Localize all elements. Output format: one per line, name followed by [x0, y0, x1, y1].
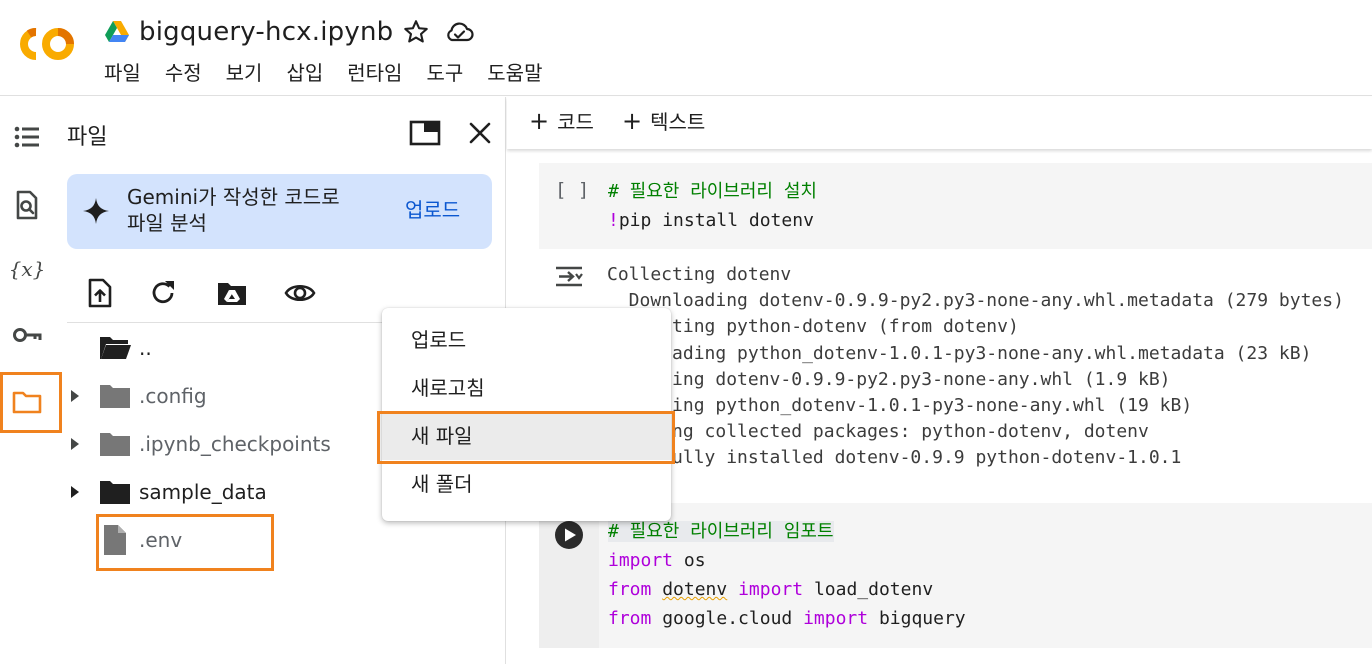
code-keyword: import — [803, 608, 869, 629]
files-button-highlight — [0, 372, 62, 433]
add-code-label: 코드 — [557, 110, 594, 134]
caret-right-icon[interactable] — [68, 436, 82, 452]
code-command: pip install dotenv — [618, 210, 814, 231]
add-text-button[interactable]: + 텍스트 — [622, 107, 705, 136]
notebook-title[interactable]: bigquery-hcx.ipynb — [139, 15, 393, 49]
open-in-tab-icon[interactable] — [409, 119, 441, 147]
gemini-line-2: 파일 분석 — [127, 211, 207, 235]
tree-item-label: .. — [139, 336, 152, 360]
code-cell-imports[interactable]: # 필요한 라이브러리 임포트 import os from dotenv im… — [539, 503, 1372, 648]
refresh-button[interactable] — [143, 273, 183, 313]
code-keyword: import — [608, 550, 674, 571]
code-bang: ! — [608, 210, 619, 231]
code-keyword: from — [608, 579, 652, 600]
code-keyword: from — [608, 608, 652, 629]
plus-icon: + — [529, 107, 550, 135]
code-text: os — [673, 550, 706, 571]
menu-item-new-folder[interactable]: 새 폴더 — [382, 460, 671, 508]
menu-insert[interactable]: 삽입 — [286, 58, 323, 88]
add-text-label: 텍스트 — [650, 110, 706, 134]
eye-icon — [284, 284, 316, 302]
plus-icon: + — [622, 107, 643, 135]
output-line: ecting python-dotenv (from dotenv) — [607, 316, 1019, 338]
gemini-line-1: Gemini가 작성한 코드로 — [127, 185, 340, 209]
svg-text:{x}: {x} — [11, 257, 43, 281]
tree-item-label: sample_data — [139, 480, 267, 504]
add-code-button[interactable]: + 코드 — [529, 107, 594, 136]
secrets-key-icon — [13, 328, 42, 342]
upload-icon — [88, 278, 112, 308]
cell-output: Collecting dotenv Downloading dotenv-0.9… — [607, 262, 1344, 472]
caret-right-icon[interactable] — [68, 388, 82, 404]
code-text: google.cloud — [651, 608, 804, 629]
cell-run-bracket[interactable]: [ ] — [555, 179, 589, 201]
gemini-prompt-text: Gemini가 작성한 코드로 파일 분석 — [127, 184, 340, 236]
menu-item-upload[interactable]: 업로드 — [382, 316, 671, 364]
code-text: load_dotenv — [803, 579, 934, 600]
gemini-spark-icon — [83, 198, 109, 224]
gemini-suggestion-card[interactable]: Gemini가 작성한 코드로 파일 분석 업로드 — [67, 174, 492, 249]
caret-right-icon[interactable] — [68, 484, 82, 500]
refresh-icon — [152, 281, 174, 304]
code-cell-install[interactable]: [ ] # 필요한 라이브러리 설치 !pip install dotenv — [539, 163, 1372, 249]
mount-drive-button[interactable] — [212, 273, 252, 313]
output-line: loading python_dotenv-1.0.1-py3-none-any… — [607, 342, 1312, 364]
find-button[interactable] — [7, 185, 47, 225]
variables-icon: {x} — [11, 257, 43, 281]
folder-icon — [100, 481, 130, 504]
close-icon[interactable] — [466, 119, 494, 147]
code-module-warning[interactable]: dotenv — [662, 579, 727, 600]
toggle-hidden-files-button[interactable] — [280, 273, 320, 313]
star-icon[interactable] — [402, 18, 430, 46]
upload-file-button[interactable] — [80, 273, 120, 313]
drive-folder-icon — [218, 283, 246, 305]
notebook-toolbar: + 코드 + 텍스트 — [507, 97, 1372, 149]
secrets-button[interactable] — [7, 315, 47, 355]
new-file-highlight — [377, 411, 675, 464]
menu-tools[interactable]: 도구 — [426, 58, 463, 88]
menu-edit[interactable]: 수정 — [165, 58, 202, 88]
output-line: ading python_dotenv-1.0.1-py3-none-any.w… — [607, 395, 1193, 417]
output-toggle-icon[interactable] — [553, 261, 585, 291]
menu-help[interactable]: 도움말 — [487, 58, 542, 88]
output-line: sfully installed dotenv-0.9.9 python-dot… — [607, 447, 1182, 469]
cloud-saved-icon[interactable] — [443, 18, 475, 46]
code-comment: # 필요한 라이브러리 임포트 — [608, 521, 834, 542]
cell-code[interactable]: # 필요한 라이브러리 설치 !pip install dotenv — [608, 177, 817, 235]
menu-item-refresh[interactable]: 새로고침 — [382, 364, 671, 412]
panel-title: 파일 — [67, 125, 108, 150]
folder-icon — [100, 433, 130, 456]
google-drive-icon[interactable] — [104, 20, 130, 44]
run-cell-icon[interactable] — [554, 520, 584, 550]
output-line: Downloading dotenv-0.9.9-py2.py3-none-an… — [607, 290, 1344, 312]
menu-file[interactable]: 파일 — [104, 58, 141, 88]
menu-runtime[interactable]: 런타임 — [347, 58, 402, 88]
tree-item-label: .config — [139, 384, 207, 408]
find-icon — [16, 190, 38, 220]
code-keyword: import — [738, 579, 804, 600]
cell-code[interactable]: # 필요한 라이브러리 임포트 import os from dotenv im… — [608, 517, 966, 633]
header: bigquery-hcx.ipynb 파일 수정 보기 삽입 런타임 도구 도움… — [0, 0, 1372, 96]
colab-logo[interactable] — [14, 20, 80, 68]
code-comment: # 필요한 라이브러리 설치 — [608, 181, 817, 202]
tree-item-label: .ipynb_checkpoints — [139, 432, 331, 456]
folder-icon — [100, 385, 130, 408]
gemini-upload-link[interactable]: 업로드 — [405, 196, 460, 224]
env-file-highlight — [96, 514, 274, 571]
code-text: bigquery — [868, 608, 966, 629]
menu-view[interactable]: 보기 — [226, 58, 263, 88]
table-of-contents-button[interactable] — [7, 117, 47, 157]
output-line: ading dotenv-0.9.9-py2.py3-none-any.whl … — [607, 368, 1171, 390]
left-rail: {x} — [0, 97, 62, 664]
table-of-contents-icon — [14, 126, 39, 148]
variables-button[interactable]: {x} — [7, 249, 47, 289]
output-line: ling collected packages: python-dotenv, … — [607, 421, 1149, 443]
menubar: 파일 수정 보기 삽입 런타임 도구 도움말 — [104, 58, 566, 88]
output-line: Collecting dotenv — [607, 264, 792, 285]
folder-open-icon — [100, 337, 131, 359]
